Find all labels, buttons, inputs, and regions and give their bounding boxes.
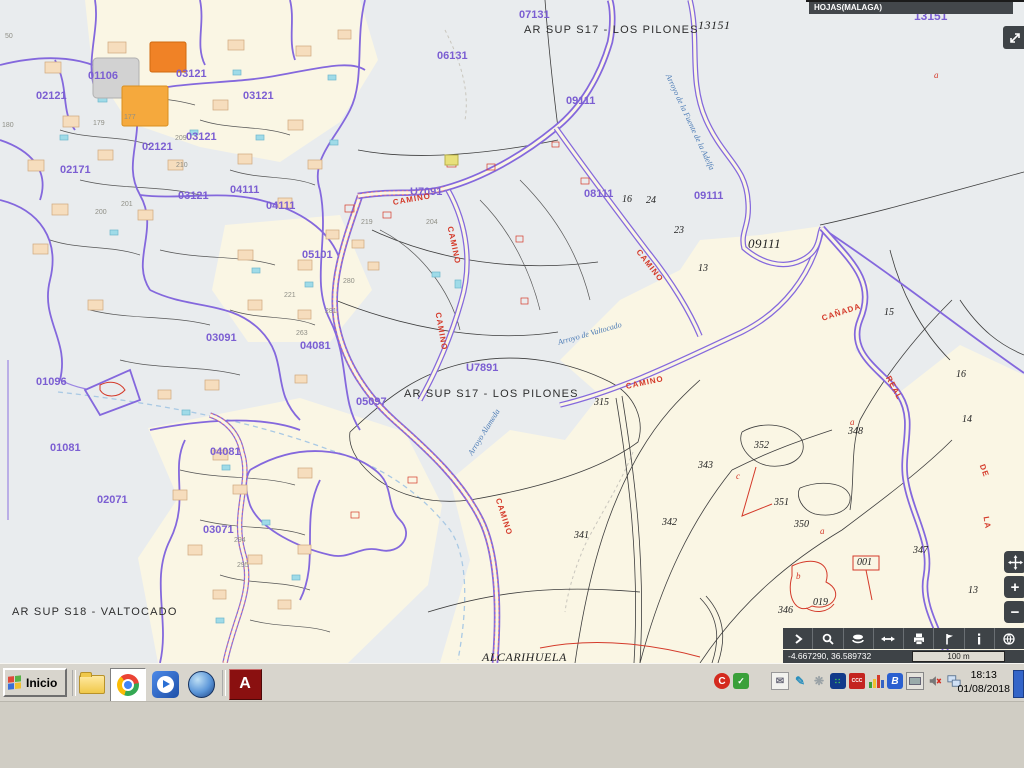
start-label: Inicio (26, 676, 57, 690)
map-statusbar: -4.667290, 36.589732 100 m (783, 650, 1024, 663)
start-button[interactable]: Inicio (3, 668, 67, 697)
system-tray: C ✓ ✉ ✎ ❋ ∷ CCC B (714, 672, 962, 690)
tray-pen-icon[interactable]: ✎ (792, 673, 808, 689)
clock-time: 18:13 (957, 668, 1010, 682)
chrome-icon (117, 674, 139, 696)
zoom-in-button[interactable]: + (1004, 576, 1024, 598)
layers-icon (851, 632, 865, 646)
quicklaunch-chrome[interactable] (110, 668, 146, 702)
tray-chart-icon[interactable] (868, 673, 884, 689)
map-viewport[interactable]: 0110602121031210312103121021210217103121… (0, 0, 1024, 663)
media-player-icon (152, 671, 179, 698)
coordinates-readout: -4.667290, 36.589732 (783, 651, 871, 661)
taskbar-separator-2 (222, 670, 226, 696)
double-arrow-icon (881, 632, 895, 646)
taskbar-separator (72, 670, 76, 696)
tray-print-queue-icon[interactable] (906, 672, 924, 690)
measure-button[interactable] (874, 628, 903, 649)
zoom-out-button[interactable]: − (1004, 601, 1024, 623)
print-button[interactable] (904, 628, 933, 649)
expand-button[interactable] (1003, 26, 1024, 49)
sheet-header-title: HOJAS(MALAGA) (814, 3, 882, 12)
tray-desktop-grid-icon[interactable] (752, 673, 768, 689)
quicklaunch-browser-globe[interactable] (186, 669, 216, 699)
muted-speaker-icon (928, 674, 942, 688)
tray-antivirus-icon[interactable]: ✓ (733, 673, 749, 689)
pan-icon (1008, 555, 1023, 570)
acrobat-icon: A (229, 669, 262, 700)
map-toolbar (783, 628, 1024, 649)
taskbar: Inicio A C ✓ ✉ ✎ ❋ ∷ CCC B (0, 663, 1024, 702)
clock-date: 01/08/2018 (957, 682, 1010, 696)
tray-cleaner-icon[interactable]: C (714, 673, 730, 689)
map-canvas (0, 0, 1024, 663)
tray-led-panel-icon[interactable]: ∷ (830, 673, 846, 689)
info-button[interactable] (965, 628, 994, 649)
scale-label: 100 m (947, 652, 969, 661)
flag-icon (942, 632, 956, 646)
zoom-search-button[interactable] (813, 628, 842, 649)
info-icon (972, 632, 986, 646)
tray-mail-icon[interactable]: ✉ (771, 672, 789, 690)
pan-mode-button[interactable] (783, 628, 812, 649)
tray-bluetooth-icon[interactable]: B (887, 673, 903, 689)
web-services-button[interactable] (995, 628, 1024, 649)
tray-volume-muted-icon[interactable] (927, 673, 943, 689)
layers-button[interactable] (844, 628, 873, 649)
tray-ccc-icon[interactable]: CCC (849, 673, 865, 689)
tray-edge-icon[interactable] (1013, 670, 1024, 698)
expand-icon (1008, 31, 1022, 45)
printer-icon (912, 632, 926, 646)
desktop: 0110602121031210312103121021210217103121… (0, 0, 1024, 768)
magnifier-icon (821, 632, 835, 646)
quicklaunch-acrobat[interactable]: A (228, 669, 262, 699)
poi-flag-button[interactable] (934, 628, 963, 649)
quicklaunch-file-explorer[interactable] (77, 669, 107, 699)
scale-bar: 100 m (912, 651, 1005, 662)
tray-snowflake-icon[interactable]: ❋ (811, 673, 827, 689)
tray-clock[interactable]: 18:13 01/08/2018 (957, 668, 1010, 696)
chevron-right-icon (791, 632, 805, 646)
pan-button[interactable] (1004, 551, 1024, 573)
globe-browser-icon (188, 671, 215, 698)
sheet-header: HOJAS(MALAGA) (809, 2, 1013, 14)
globe-icon (1002, 632, 1016, 646)
desktop-filler (0, 701, 1024, 768)
quicklaunch-media-player[interactable] (150, 669, 180, 699)
windows-logo-icon (8, 675, 23, 691)
folder-icon (79, 675, 105, 694)
